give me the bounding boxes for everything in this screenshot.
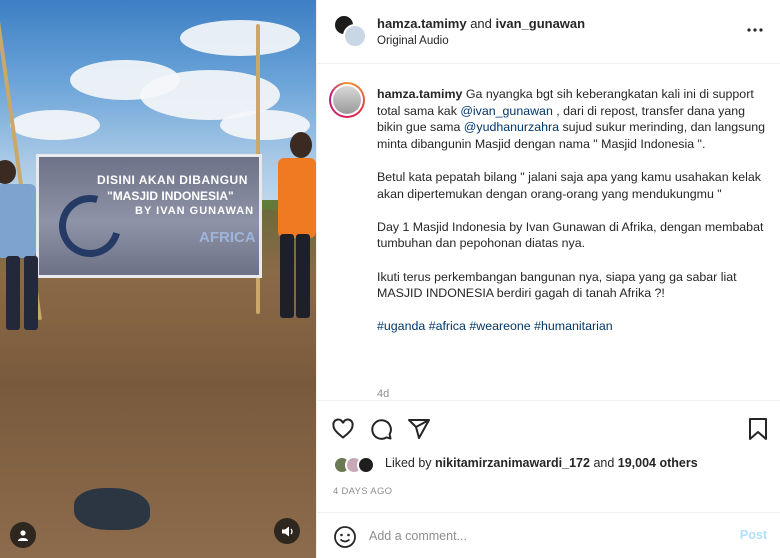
likes-row: Liked by nikitamirzanimawardi_172 and 19… [317, 452, 780, 476]
audio-link[interactable]: Original Audio [377, 35, 449, 47]
hashtag-link[interactable]: #weareone [469, 319, 530, 333]
liker-username-link[interactable]: nikitamirzanimawardi_172 [435, 456, 590, 470]
liker-avatars[interactable] [333, 456, 377, 474]
cloud [180, 20, 300, 56]
post-media[interactable]: DISINI AKAN DIBANGUN "MASJID INDONESIA" … [0, 0, 316, 558]
likes-joiner: and [589, 456, 618, 470]
post-comment-button[interactable]: Post [740, 528, 767, 542]
banner-line4: AFRICA [199, 229, 256, 246]
header-usernames: hamza.tamimy and ivan_gunawan [377, 16, 585, 31]
post-details-panel: hamza.tamimy and ivan_gunawan Original A… [316, 0, 780, 558]
header-joiner: and [466, 16, 496, 31]
comment-icon[interactable] [369, 417, 395, 443]
caption-username-link[interactable]: hamza.tamimy [377, 87, 462, 101]
likes-text: Liked by nikitamirzanimawardi_172 and 19… [385, 456, 698, 470]
emoji-icon[interactable] [333, 525, 357, 549]
save-bookmark-icon[interactable] [747, 417, 773, 443]
likes-count-link[interactable]: 19,004 others [618, 456, 698, 470]
audio-toggle-icon[interactable] [274, 518, 300, 544]
avatar[interactable] [343, 24, 367, 48]
header-user1-link[interactable]: hamza.tamimy [377, 16, 467, 31]
header-user2-link[interactable]: ivan_gunawan [496, 16, 586, 31]
banner-line3: BY IVAN GUNAWAN [135, 205, 255, 217]
like-heart-icon[interactable] [331, 417, 357, 443]
banner-line2: "MASJID INDONESIA" [107, 189, 234, 203]
plastic-bag [74, 488, 150, 530]
hashtag-link[interactable]: #uganda [377, 319, 425, 333]
collab-avatars[interactable] [333, 14, 367, 48]
caption-paragraph-2: Betul kata pepatah bilang " jalani saja … [377, 169, 761, 201]
likes-prefix: Liked by [385, 456, 436, 470]
comment-bar: Post [317, 512, 780, 558]
comment-input[interactable] [369, 525, 719, 547]
caption: hamza.tamimy Ga nyangka bgt sih keberang… [377, 86, 769, 352]
caption-paragraph-1: hamza.tamimy Ga nyangka bgt sih keberang… [377, 86, 769, 152]
mention-link[interactable]: @yudhanurzahra [464, 120, 559, 134]
post-header: hamza.tamimy and ivan_gunawan Original A… [317, 0, 780, 64]
hashtag-link[interactable]: #africa [429, 319, 466, 333]
cloud [10, 110, 100, 140]
caption-age[interactable]: 4d [377, 388, 389, 400]
share-icon[interactable] [407, 417, 433, 443]
more-options-icon[interactable] [745, 20, 765, 40]
banner: DISINI AKAN DIBANGUN "MASJID INDONESIA" … [36, 154, 262, 278]
hashtags: #uganda #africa #weareone #humanitarian [377, 318, 769, 335]
action-bar [317, 400, 780, 456]
caption-paragraph-3: Day 1 Masjid Indonesia by Ivan Gunawan d… [377, 219, 764, 251]
mention-link[interactable]: @ivan_gunawan [460, 104, 553, 118]
caption-avatar[interactable] [329, 82, 365, 118]
tagged-user-icon[interactable] [10, 522, 36, 548]
post-date[interactable]: 4 DAYS AGO [333, 486, 392, 497]
avatar [357, 456, 375, 474]
hashtag-link[interactable]: #humanitarian [534, 319, 613, 333]
caption-paragraph-4: Ikuti terus perkembangan bangunan nya, s… [377, 269, 737, 301]
banner-line1: DISINI AKAN DIBANGUN [97, 173, 248, 187]
